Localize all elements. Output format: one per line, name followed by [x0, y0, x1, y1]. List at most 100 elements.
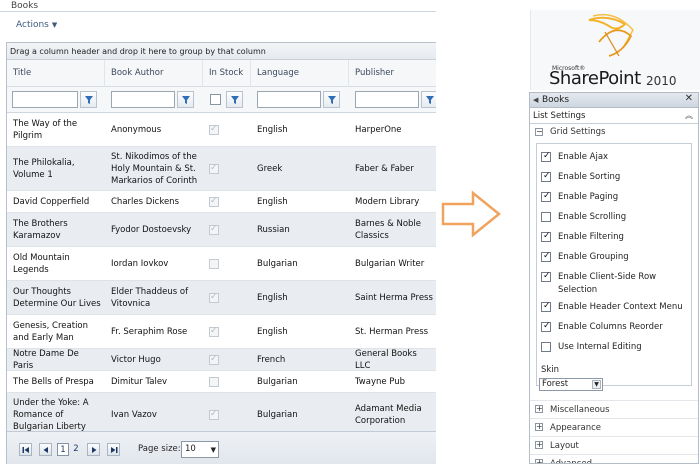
cell-title: Our Thoughts Determine Our Lives: [7, 281, 105, 314]
option-enable-grouping[interactable]: Enable Grouping: [541, 250, 693, 264]
grid-settings-section[interactable]: − Grid Settings: [530, 124, 698, 141]
option-checkbox[interactable]: [541, 190, 551, 203]
caret-down-icon: ▼: [51, 21, 58, 29]
cell-language: Bulgarian: [251, 247, 349, 280]
option-checkbox[interactable]: [541, 270, 551, 283]
cell-text: Russian: [257, 224, 290, 235]
option-enable-client-side-row-selection[interactable]: Enable Client-Side Row Selection: [541, 270, 693, 297]
actions-menu[interactable]: Actions ▼: [16, 20, 57, 30]
list-settings-header[interactable]: List Settings ︽: [530, 108, 698, 124]
table-row[interactable]: Genesis, Creation and Early Man Fr. Serap…: [7, 315, 436, 349]
option-use-internal-editing[interactable]: Use Internal Editing: [541, 341, 693, 354]
filter-input-author[interactable]: [111, 91, 175, 108]
cell-in-stock: [203, 393, 251, 436]
grid-settings-options: Enable Ajax Enable Sorting Enable Paging En…: [536, 143, 693, 391]
plus-icon[interactable]: +: [535, 441, 543, 449]
cell-publisher: Barnes & Noble Classics: [349, 213, 436, 246]
plus-icon[interactable]: +: [535, 459, 543, 463]
option-checkbox[interactable]: [541, 212, 551, 222]
option-enable-ajax[interactable]: Enable Ajax: [541, 150, 693, 164]
table-row[interactable]: Old Mountain Legends Iordan Iovkov Bulgari…: [7, 247, 436, 281]
section-layout[interactable]: + Layout: [530, 436, 698, 454]
option-enable-filtering[interactable]: Enable Filtering: [541, 230, 693, 244]
option-checkbox[interactable]: [541, 250, 551, 263]
column-header-author[interactable]: Book Author: [105, 60, 203, 87]
section-label: Miscellaneous: [550, 405, 610, 415]
table-row[interactable]: The Philokalia, Volume 1 St. Nikodimos of…: [7, 147, 436, 191]
option-checkbox[interactable]: [541, 150, 551, 163]
in-stock-checkbox: [209, 258, 219, 269]
pager: 1 2 Page size: 10 ▼: [7, 431, 436, 464]
cell-text: Our Thoughts Determine Our Lives: [13, 286, 101, 309]
skin-select[interactable]: Forest ▼: [539, 378, 603, 391]
plus-icon[interactable]: +: [535, 405, 543, 413]
option-checkbox[interactable]: [541, 320, 551, 333]
filter-input-language[interactable]: [257, 91, 321, 108]
collapse-left-icon[interactable]: ◀: [533, 93, 538, 107]
option-checkbox[interactable]: [541, 300, 551, 313]
last-page-icon[interactable]: [107, 443, 120, 456]
cell-author: Fyodor Dostoevsky: [105, 213, 203, 246]
column-header-in-stock[interactable]: In Stock: [203, 60, 251, 87]
table-row[interactable]: Notre Dame De Paris Victor Hugo French Gene…: [7, 349, 436, 371]
in-stock-checkbox: [209, 162, 219, 174]
page-size-select[interactable]: 10 ▼: [181, 441, 219, 458]
filter-icon[interactable]: [226, 91, 243, 108]
section-advanced[interactable]: + Advanced: [530, 454, 698, 463]
option-checkbox[interactable]: [541, 342, 551, 352]
section-miscellaneous[interactable]: + Miscellaneous: [530, 400, 698, 418]
option-enable-scrolling[interactable]: Enable Scrolling: [541, 211, 693, 224]
first-page-icon[interactable]: [19, 443, 32, 456]
option-enable-columns-reorder[interactable]: Enable Columns Reorder: [541, 320, 693, 334]
filter-checkbox-in-stock[interactable]: [210, 94, 221, 105]
option-enable-header-context-menu[interactable]: Enable Header Context Menu: [541, 300, 693, 314]
previous-page-icon[interactable]: [39, 443, 52, 456]
page-number-current[interactable]: 1: [57, 443, 69, 456]
close-icon[interactable]: ✕: [685, 93, 693, 106]
next-page-icon[interactable]: [87, 443, 100, 456]
page-number[interactable]: 2: [71, 443, 81, 456]
cell-in-stock: [203, 147, 251, 190]
column-header-publisher[interactable]: Publisher: [349, 60, 436, 87]
cell-publisher: St. Herman Press: [349, 315, 436, 348]
table-row[interactable]: David Copperfield Charles Dickens English M…: [7, 191, 436, 213]
books-grid: Drag a column header and drop it here to…: [6, 42, 436, 464]
filter-icon[interactable]: [323, 91, 340, 108]
in-stock-checkbox: [209, 291, 219, 303]
cell-text: Saint Herma Press: [355, 292, 433, 303]
table-row[interactable]: The Way of the Pilgrim Anonymous English Ha…: [7, 113, 436, 147]
cell-text: Modern Library: [355, 196, 420, 207]
cell-text: Elder Thaddeus of Vitovnica: [111, 286, 189, 309]
minus-icon[interactable]: −: [535, 128, 543, 136]
sharepoint-logo: Microsoft® SharePoint 2010: [530, 10, 700, 90]
section-appearance[interactable]: + Appearance: [530, 418, 698, 436]
option-enable-paging[interactable]: Enable Paging: [541, 190, 693, 204]
header-row: Title Book Author In Stock Language Publ…: [7, 60, 436, 87]
cell-author: Victor Hugo: [105, 349, 203, 370]
filter-icon[interactable]: [177, 91, 194, 108]
column-header-language[interactable]: Language: [251, 60, 349, 87]
option-checkbox[interactable]: [541, 230, 551, 243]
cell-publisher: Bulgarian Writer: [349, 247, 436, 280]
in-stock-checkbox: [209, 325, 219, 337]
actions-label: Actions: [16, 20, 49, 30]
table-row[interactable]: Our Thoughts Determine Our Lives Elder Th…: [7, 281, 436, 315]
group-panel[interactable]: Drag a column header and drop it here to…: [7, 43, 436, 60]
collapse-up-icon[interactable]: ︽: [685, 108, 693, 124]
table-row[interactable]: The Bells of Prespa Dimitur Talev Bulgaria…: [7, 371, 436, 393]
cell-title: David Copperfield: [7, 191, 105, 212]
cell-publisher: Adamant Media Corporation: [349, 393, 436, 436]
option-label: Enable Ajax: [558, 152, 609, 162]
plus-icon[interactable]: +: [535, 423, 543, 431]
option-enable-sorting[interactable]: Enable Sorting: [541, 170, 693, 184]
table-row[interactable]: The Brothers Karamazov Fyodor Dostoevsky R…: [7, 213, 436, 247]
option-checkbox[interactable]: [541, 170, 551, 183]
filter-input-title[interactable]: [12, 91, 78, 108]
filter-icon[interactable]: [421, 91, 436, 108]
filter-icon[interactable]: [80, 91, 97, 108]
filter-input-publisher[interactable]: [355, 91, 419, 108]
cell-publisher: Saint Herma Press: [349, 281, 436, 314]
cell-text: Adamant Media Corporation: [355, 403, 422, 426]
column-header-title[interactable]: Title: [7, 60, 105, 87]
cell-title: Genesis, Creation and Early Man: [7, 315, 105, 348]
